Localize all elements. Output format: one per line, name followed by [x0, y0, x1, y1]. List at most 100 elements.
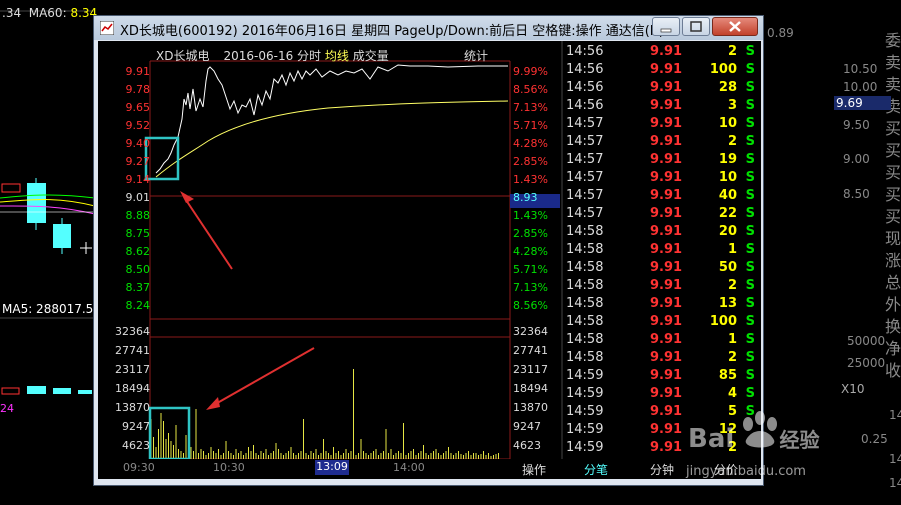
bg-value: 14: [889, 408, 901, 422]
bg-value: 50000: [847, 334, 886, 348]
price-tick: 8.62: [125, 245, 151, 258]
price-tick: 8.75: [125, 227, 151, 240]
chart-date: 2016-06-16 分时: [223, 49, 322, 63]
trade-row[interactable]: 14:58 9.91 1 S: [564, 242, 761, 260]
close-button[interactable]: [712, 17, 758, 36]
vlabel: 买: [885, 185, 901, 204]
trade-row[interactable]: 14:58 9.91 1 S: [564, 332, 761, 350]
maximize-button[interactable]: [682, 17, 710, 36]
trade-flag: S: [745, 386, 755, 401]
trade-row[interactable]: 14:59 9.91 85 S: [564, 368, 761, 386]
trade-time: 14:57: [566, 116, 604, 131]
trade-price: 9.91: [650, 440, 683, 455]
trade-row[interactable]: 14:57 9.91 19 S: [564, 152, 761, 170]
trade-ticks-list[interactable]: 14:56 9.91 2 S 14:56 9.91 100 S 14:56 9.91 28 S 14:5…: [564, 41, 761, 459]
trade-price: 9.91: [650, 386, 683, 401]
price-tick: 9.78: [125, 83, 151, 96]
pct-tick: 7.13%: [513, 281, 548, 294]
bg-value: X10: [841, 382, 865, 396]
volume-bar: [1, 387, 20, 395]
trade-row[interactable]: 14:58 9.91 2 S: [564, 350, 761, 368]
vlabel: 买: [885, 163, 901, 182]
price-tick: 9.65: [125, 101, 151, 114]
trade-row[interactable]: 14:57 9.91 10 S: [564, 116, 761, 134]
trade-row[interactable]: 14:56 9.91 2 S: [564, 44, 761, 62]
kline-candle: [1, 183, 21, 193]
trade-time: 14:58: [566, 278, 604, 293]
trade-time: 14:58: [566, 314, 604, 329]
bg-value: 10.50: [843, 62, 878, 76]
pct-tick: 8.56%: [513, 299, 548, 312]
stats-button[interactable]: 统计: [464, 47, 488, 64]
trade-flag: S: [745, 260, 755, 275]
trade-row[interactable]: 14:58 9.91 2 S: [564, 278, 761, 296]
trade-flag: S: [745, 350, 755, 365]
stock-name: XD长城电: [156, 49, 210, 63]
baidu-jingyan-watermark: Bai 经验 jingyan.baidu.com: [686, 406, 856, 496]
background-kline-svg: [0, 10, 96, 395]
trade-row[interactable]: 14:58 9.91 13 S: [564, 296, 761, 314]
bg-value: 0.25: [861, 432, 888, 446]
pct-tick: 7.13%: [513, 101, 548, 114]
watermark-brand: Bai 经验: [688, 424, 820, 454]
trade-flag: S: [745, 188, 755, 203]
volume-tick: 4623: [122, 439, 150, 452]
price-tick: 9.27: [125, 155, 151, 168]
trade-row[interactable]: 14:56 9.91 3 S: [564, 98, 761, 116]
time-label: 14:00: [393, 461, 425, 474]
price-tick: 9.01: [125, 191, 151, 204]
window-titlebar[interactable]: XD长城电(600192) 2016年06月16日 星期四 PageUp/Dow…: [94, 16, 763, 40]
trade-row[interactable]: 14:56 9.91 100 S: [564, 62, 761, 80]
trade-time: 14:57: [566, 170, 604, 185]
price-tick: 8.24: [125, 299, 151, 312]
intraday-window[interactable]: XD长城电(600192) 2016年06月16日 星期四 PageUp/Dow…: [93, 15, 764, 486]
trade-vol: 85: [718, 368, 737, 383]
trade-time: 14:59: [566, 368, 604, 383]
tab-operate[interactable]: 操作: [522, 461, 546, 478]
trade-flag: S: [745, 224, 755, 239]
trade-vol: 50: [718, 260, 737, 275]
trade-row[interactable]: 14:57 9.91 10 S: [564, 170, 761, 188]
price-tick: 9.52: [125, 119, 151, 132]
price-tick: 9.14: [125, 173, 151, 186]
minimize-button[interactable]: [652, 17, 680, 36]
bg-value: 14: [889, 476, 901, 490]
trade-flag: S: [745, 116, 755, 131]
trade-row[interactable]: 14:56 9.91 28 S: [564, 80, 761, 98]
vlabel: 委: [885, 31, 901, 50]
trade-row[interactable]: 14:58 9.91 20 S: [564, 224, 761, 242]
trade-row[interactable]: 14:58 9.91 100 S: [564, 314, 761, 332]
trade-row[interactable]: 14:57 9.91 2 S: [564, 134, 761, 152]
trade-flag: S: [745, 152, 755, 167]
volume-tick: 13870: [513, 401, 548, 414]
trade-price: 9.91: [650, 242, 683, 257]
ma60-prefix: .34: [2, 6, 22, 20]
tab-minutes[interactable]: 分钟: [650, 461, 674, 478]
bg-value: 9.50: [843, 118, 870, 132]
trade-price: 9.91: [650, 296, 683, 311]
trade-price: 9.91: [650, 170, 683, 185]
trade-price: 9.91: [650, 206, 683, 221]
trade-time: 14:56: [566, 62, 604, 77]
trade-price: 9.91: [650, 422, 683, 437]
annotation-arrow: [206, 347, 315, 410]
trade-row[interactable]: 14:59 9.91 4 S: [564, 386, 761, 404]
trade-price: 9.91: [650, 332, 683, 347]
trade-vol: 20: [718, 224, 737, 239]
minimize-icon: [660, 28, 672, 33]
volume-tick: 32364: [513, 325, 548, 338]
trade-vol: 2: [727, 350, 737, 365]
tab-ticks[interactable]: 分笔: [584, 461, 608, 478]
trade-row[interactable]: 14:58 9.91 50 S: [564, 260, 761, 278]
avg-line: [155, 100, 509, 178]
trade-row[interactable]: 14:57 9.91 40 S: [564, 188, 761, 206]
trade-time: 14:58: [566, 296, 604, 311]
trade-time: 14:56: [566, 80, 604, 95]
trade-row[interactable]: 14:57 9.91 22 S: [564, 206, 761, 224]
pct-tick: 2.85%: [513, 155, 548, 168]
trade-flag: S: [745, 242, 755, 257]
trade-vol: 3: [727, 98, 737, 113]
price-tick: 8.37: [125, 281, 151, 294]
trade-time: 14:59: [566, 386, 604, 401]
trade-price: 9.91: [650, 62, 683, 77]
